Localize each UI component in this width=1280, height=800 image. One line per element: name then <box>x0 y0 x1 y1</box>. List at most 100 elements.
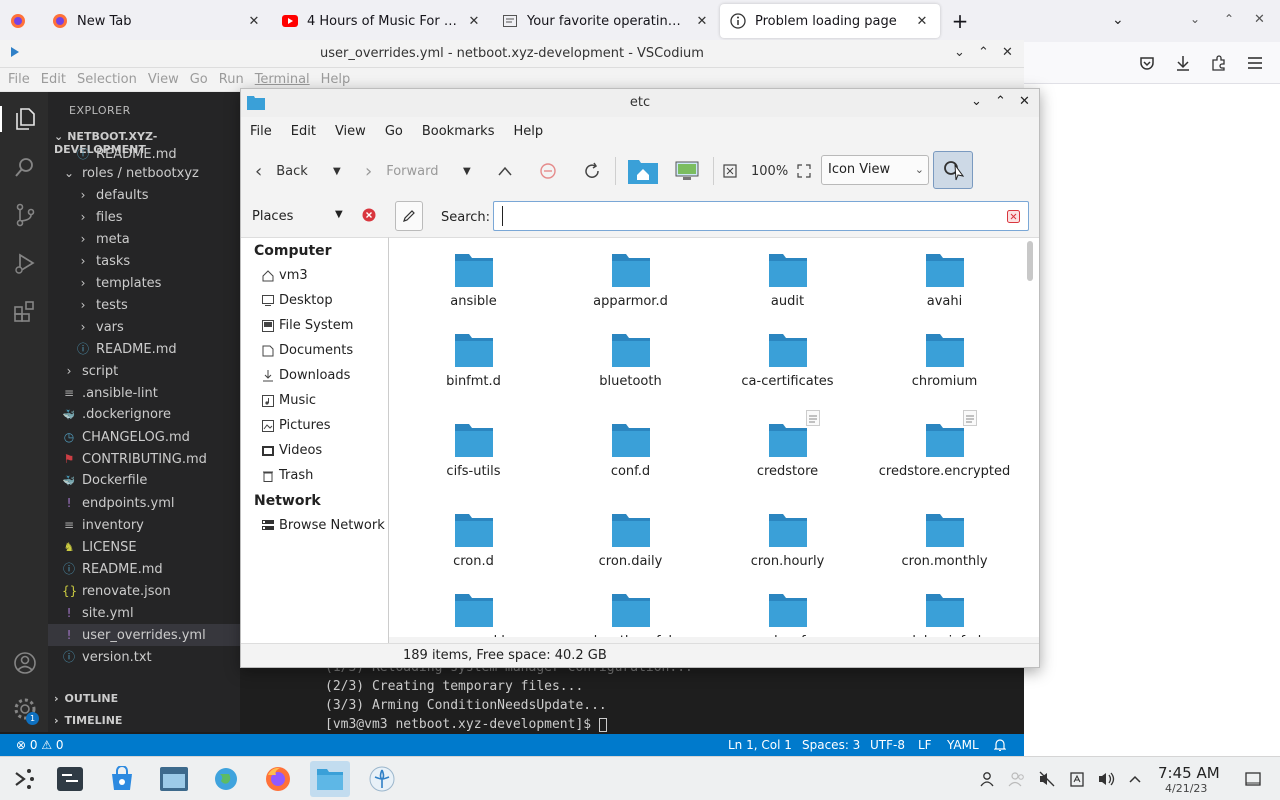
taskbar-caja[interactable] <box>310 761 350 797</box>
menu-edit[interactable]: Edit <box>41 72 66 87</box>
volume-muted-icon[interactable] <box>1038 770 1056 788</box>
file-tree-item[interactable]: ⓘ README.md <box>48 148 177 160</box>
start-menu-button[interactable] <box>4 761 44 797</box>
menu-help[interactable]: Help <box>513 124 543 139</box>
people-icon[interactable] <box>1008 770 1026 788</box>
taskbar-store[interactable] <box>102 761 142 797</box>
minimize-icon[interactable]: ⌄ <box>1190 12 1200 26</box>
menu-file[interactable]: File <box>250 124 272 139</box>
encoding[interactable]: UTF-8 <box>870 738 905 752</box>
file-tree-item[interactable]: ⓘ version.txt <box>48 646 152 668</box>
menu-edit[interactable]: Edit <box>291 124 316 139</box>
search-button[interactable] <box>933 151 973 189</box>
place-file-system[interactable]: File System <box>261 318 353 333</box>
file-tree-item[interactable]: {} renovate.json <box>48 580 171 602</box>
folder-item[interactable]: cron.monthly <box>866 498 1023 578</box>
close-tab-icon[interactable]: ✕ <box>694 14 710 29</box>
up-button[interactable] <box>497 151 513 191</box>
taskbar-firefox[interactable] <box>258 761 298 797</box>
file-tree-item[interactable]: ≡ .ansible-lint <box>48 382 158 404</box>
taskbar-vscodium[interactable] <box>362 761 402 797</box>
tab-music[interactable]: 4 Hours of Music For Study ✕ <box>272 0 492 42</box>
tab-problem-loading[interactable]: Problem loading page ✕ <box>720 4 940 38</box>
forward-button[interactable]: › Forward <box>365 151 438 191</box>
search-icon[interactable] <box>12 154 38 180</box>
tab-list-chevron-icon[interactable]: ⌄ <box>1112 12 1124 28</box>
taskbar-file-manager[interactable] <box>154 761 194 797</box>
file-tree-item[interactable]: ! user_overrides.yml <box>48 624 240 646</box>
folder-item[interactable]: cron.d <box>395 498 552 578</box>
new-tab-button[interactable]: + <box>940 0 980 42</box>
search-input[interactable] <box>502 206 1002 226</box>
folder-item[interactable]: apparmor.d <box>552 238 709 318</box>
place-music[interactable]: Music <box>261 393 316 408</box>
tab-os[interactable]: Your favorite operating sys ✕ <box>492 0 720 42</box>
close-tab-icon[interactable]: ✕ <box>246 14 262 29</box>
explorer-files-icon[interactable] <box>12 106 38 132</box>
account-icon[interactable] <box>12 650 38 676</box>
file-tree-item[interactable]: › vars <box>48 316 124 338</box>
folder-item[interactable]: credstore <box>709 408 866 488</box>
folder-item[interactable]: conf.d <box>552 408 709 488</box>
file-tree-item[interactable]: ⓘ README.md <box>48 338 177 360</box>
folder-item[interactable]: ca-certificates <box>709 318 866 398</box>
menu-go[interactable]: Go <box>385 124 403 139</box>
folder-item[interactable]: audit <box>709 238 866 318</box>
close-tab-icon[interactable]: ✕ <box>466 14 482 29</box>
place-pictures[interactable]: Pictures <box>261 418 330 433</box>
tab-new-tab[interactable]: New Tab ✕ <box>42 0 272 42</box>
back-button[interactable]: ‹ Back <box>255 151 308 191</box>
menu-view[interactable]: View <box>148 72 179 87</box>
downloads-icon[interactable] <box>1174 54 1192 72</box>
file-tree-item[interactable]: ⚑ CONTRIBUTING.md <box>48 448 207 470</box>
search-field[interactable] <box>493 201 1029 231</box>
file-tree-item[interactable]: › defaults <box>48 184 149 206</box>
speaker-icon[interactable] <box>1098 770 1116 788</box>
tray-expand-chevron-icon[interactable] <box>1126 770 1144 788</box>
folder-item[interactable]: cron.daily <box>552 498 709 578</box>
place-videos[interactable]: Videos <box>261 443 322 458</box>
menu-go[interactable]: Go <box>190 72 208 87</box>
file-tree-item[interactable]: ≡ inventory <box>48 514 144 536</box>
place-browse-network[interactable]: Browse Network <box>261 518 385 533</box>
maximize-icon[interactable]: ⌃ <box>978 45 989 60</box>
stop-button[interactable] <box>539 151 557 191</box>
file-icon-grid[interactable]: ansible apparmor.d audit avahi binfmt.d bluet… <box>389 237 1039 637</box>
folder-item[interactable]: binfmt.d <box>395 318 552 398</box>
folder-item[interactable]: chromium <box>866 318 1023 398</box>
timeline-section[interactable]: › TIMELINE <box>54 714 122 727</box>
place-desktop[interactable]: Desktop <box>261 293 333 308</box>
user-icon[interactable] <box>978 770 996 788</box>
edit-location-button[interactable] <box>395 201 423 231</box>
file-tree-item[interactable]: ! site.yml <box>48 602 134 624</box>
menu-terminal[interactable]: Terminal <box>255 72 310 87</box>
file-tree-item[interactable]: › tests <box>48 294 128 316</box>
folder-item[interactable]: ansible <box>395 238 552 318</box>
file-tree-item[interactable]: › templates <box>48 272 162 294</box>
computer-button[interactable] <box>675 151 699 191</box>
indentation[interactable]: Spaces: 3 <box>802 738 860 752</box>
file-tree-item[interactable]: ⌄ roles / netbootxyz <box>48 162 199 184</box>
language-mode[interactable]: YAML <box>947 738 979 752</box>
menu-run[interactable]: Run <box>219 72 244 87</box>
place-vm3[interactable]: vm3 <box>261 268 308 283</box>
run-debug-icon[interactable] <box>12 250 38 276</box>
file-tree-item[interactable]: 🐳 Dockerfile <box>48 470 148 492</box>
maximize-icon[interactable]: ⌃ <box>995 94 1006 109</box>
maximize-icon[interactable]: ⌃ <box>1224 12 1234 26</box>
folder-item[interactable]: daxctl.conf.d <box>552 578 709 637</box>
menu-help[interactable]: Help <box>321 72 351 87</box>
extensions-icon[interactable] <box>1210 54 1228 72</box>
settings-gear-icon[interactable]: 1 <box>12 696 39 725</box>
outline-section[interactable]: › OUTLINE <box>54 692 118 705</box>
menu-selection[interactable]: Selection <box>77 72 137 87</box>
taskbar-terminal[interactable] <box>50 761 90 797</box>
source-control-icon[interactable] <box>12 202 38 228</box>
folder-item[interactable]: cron.hourly <box>709 498 866 578</box>
file-tree-item[interactable]: ◷ CHANGELOG.md <box>48 426 190 448</box>
view-mode-select[interactable]: Icon View ⌄ <box>821 155 929 185</box>
file-tree-item[interactable]: ♞ LICENSE <box>48 536 137 558</box>
folder-item[interactable]: cron.weekly <box>395 578 552 637</box>
file-tree-item[interactable]: ! endpoints.yml <box>48 492 175 514</box>
forward-history-dropdown[interactable]: ▼ <box>463 151 471 191</box>
